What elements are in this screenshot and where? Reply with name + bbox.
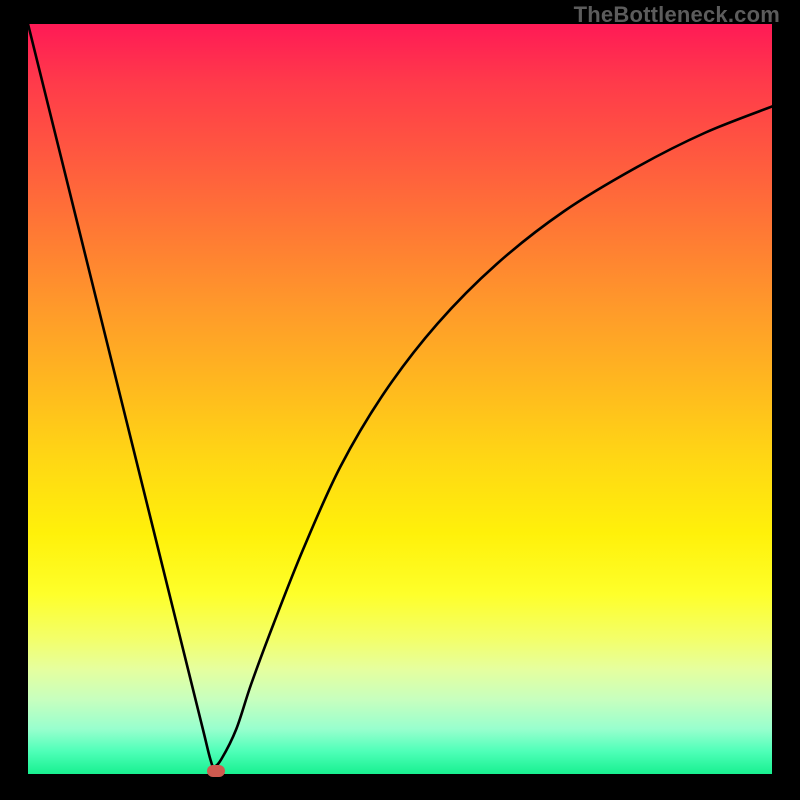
bottleneck-curve xyxy=(28,24,772,774)
plot-area xyxy=(28,24,772,774)
watermark-text: TheBottleneck.com xyxy=(574,2,780,28)
value-marker xyxy=(207,765,225,777)
chart-frame: TheBottleneck.com xyxy=(0,0,800,800)
